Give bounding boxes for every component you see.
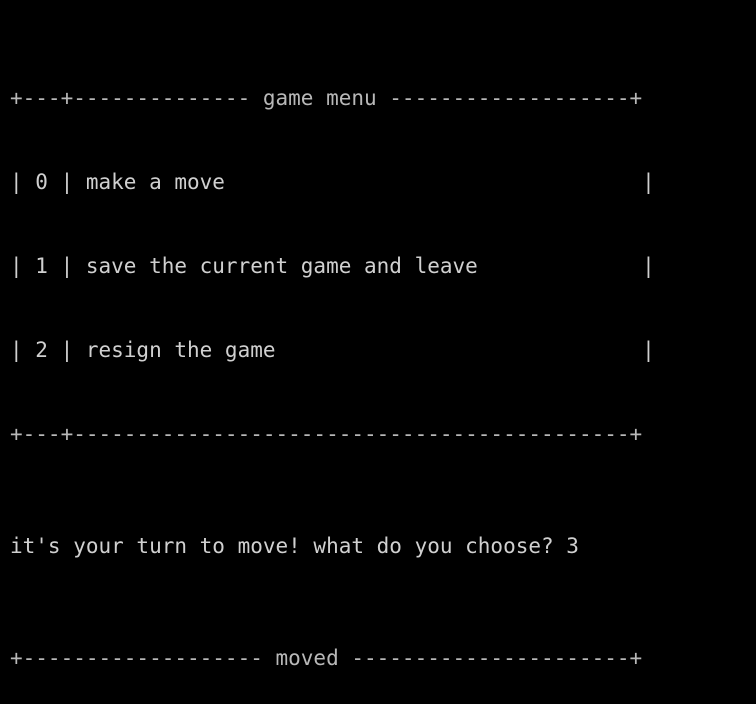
game-menu-bottom-border: +---+-----------------------------------… [10,422,643,446]
game-menu-option-1[interactable]: | 1 | save the current game and leave | [0,252,756,280]
game-menu-option-2[interactable]: | 2 | resign the game | [0,336,756,364]
game-menu-option-0[interactable]: | 0 | make a move | [0,168,756,196]
terminal-output: +---+-------------- game menu ----------… [0,0,756,704]
turn-prompt-line[interactable]: it's your turn to move! what do you choo… [0,532,756,560]
player-moved-header: +------------------- moved -------------… [10,646,643,670]
game-menu-top-border: +---+-------------- game menu ----------… [10,86,643,110]
